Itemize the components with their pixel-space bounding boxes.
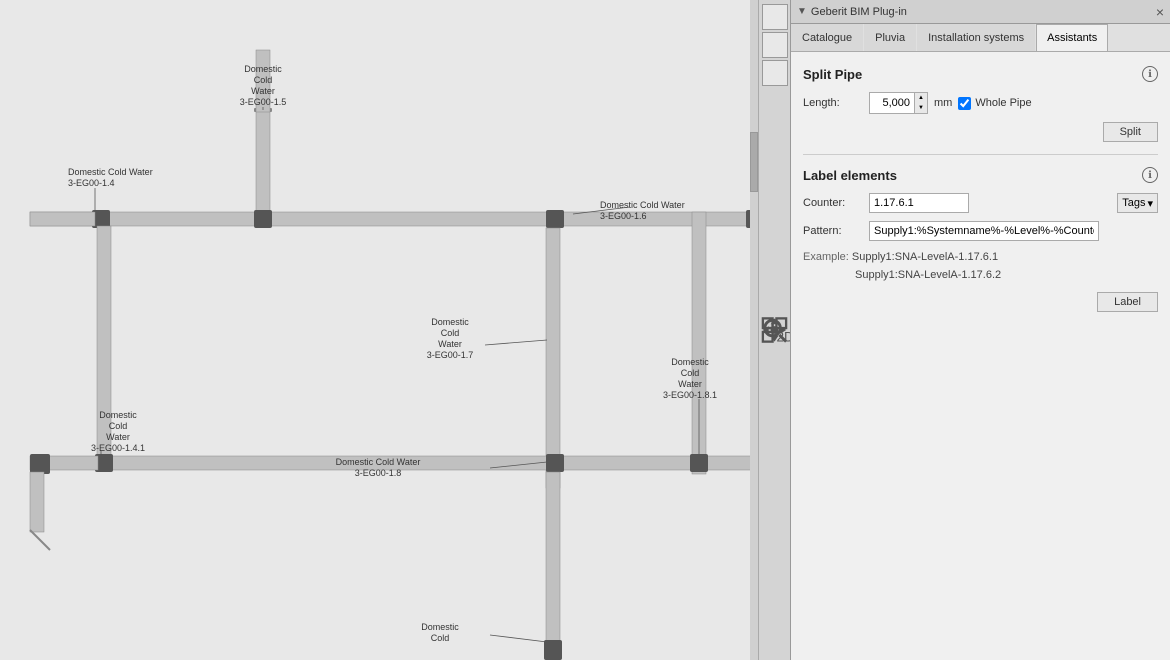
svg-text:Water: Water bbox=[106, 432, 130, 442]
counter-label: Counter: bbox=[803, 197, 863, 209]
example-label: Example: bbox=[803, 251, 849, 263]
tags-chevron: ▾ bbox=[1147, 197, 1153, 210]
label-elements-info-icon[interactable]: ℹ bbox=[1142, 167, 1158, 183]
length-spinner[interactable]: ▲ ▼ bbox=[869, 92, 928, 114]
example-line-1: Supply1:SNA-LevelA-1.17.6.1 bbox=[852, 251, 998, 263]
tab-installation-systems[interactable]: Installation systems bbox=[917, 24, 1035, 51]
tabs-bar: Catalogue Pluvia Installation systems As… bbox=[791, 24, 1170, 52]
length-decrement[interactable]: ▼ bbox=[915, 103, 927, 113]
panel-titlebar: ▼ Geberit BIM Plug-in × bbox=[791, 0, 1170, 24]
counter-input[interactable] bbox=[869, 193, 969, 213]
svg-text:3-EG00-1.8: 3-EG00-1.8 bbox=[355, 468, 402, 478]
svg-text:3-EG00-1.4: 3-EG00-1.4 bbox=[68, 178, 115, 188]
svg-text:3-EG00-1.7: 3-EG00-1.7 bbox=[427, 350, 474, 360]
counter-row: Counter: Tags ▾ bbox=[803, 193, 1158, 213]
scroll-thumb[interactable] bbox=[750, 132, 758, 192]
cad-toolbar: 2D bbox=[758, 0, 790, 660]
svg-text:Water: Water bbox=[678, 379, 702, 389]
label-elements-header: Label elements ℹ bbox=[803, 167, 1158, 183]
whole-pipe-label: Whole Pipe bbox=[975, 97, 1031, 109]
svg-text:Cold: Cold bbox=[109, 421, 128, 431]
panel-title: Geberit BIM Plug-in bbox=[811, 6, 907, 18]
svg-text:Water: Water bbox=[438, 339, 462, 349]
close-button[interactable]: × bbox=[1156, 5, 1164, 19]
tags-button-label: Tags bbox=[1122, 197, 1145, 209]
svg-text:Domestic: Domestic bbox=[671, 357, 709, 367]
pattern-row: Pattern: bbox=[803, 221, 1158, 241]
label-elements-title: Label elements bbox=[803, 168, 897, 183]
label-button[interactable]: Label bbox=[1097, 292, 1158, 312]
length-input[interactable] bbox=[870, 93, 915, 113]
tab-catalogue[interactable]: Catalogue bbox=[791, 24, 863, 51]
svg-text:Domestic Cold Water: Domestic Cold Water bbox=[68, 167, 153, 177]
split-pipe-info-icon[interactable]: ℹ bbox=[1142, 66, 1158, 82]
svg-text:Cold: Cold bbox=[254, 75, 273, 85]
svg-text:3-EG00-1.6: 3-EG00-1.6 bbox=[600, 211, 647, 221]
cad-scrollbar[interactable] bbox=[750, 0, 758, 660]
svg-text:Domestic: Domestic bbox=[244, 64, 282, 74]
pin-icon: ▼ bbox=[797, 6, 807, 17]
svg-text:3-EG00-1.8.1: 3-EG00-1.8.1 bbox=[663, 390, 717, 400]
panel-content: Split Pipe ℹ Length: ▲ ▼ mm Whole Pipe S… bbox=[791, 52, 1170, 660]
example-text: Example: Supply1:SNA-LevelA-1.17.6.1 Sup… bbox=[803, 249, 1158, 284]
svg-text:Domestic Cold Water: Domestic Cold Water bbox=[600, 200, 685, 210]
tab-assistants[interactable]: Assistants bbox=[1036, 24, 1108, 51]
right-panel: ▼ Geberit BIM Plug-in × Catalogue Pluvia… bbox=[790, 0, 1170, 660]
example-line-2: Supply1:SNA-LevelA-1.17.6.2 bbox=[855, 269, 1001, 281]
svg-text:Cold: Cold bbox=[441, 328, 460, 338]
svg-text:Domestic Cold Water: Domestic Cold Water bbox=[336, 457, 421, 467]
svg-text:Domestic: Domestic bbox=[431, 317, 469, 327]
cad-viewport[interactable]: Domestic Cold Water 3-EG00-1.5 Domestic … bbox=[0, 0, 790, 660]
pattern-label: Pattern: bbox=[803, 225, 863, 237]
length-increment[interactable]: ▲ bbox=[915, 93, 927, 103]
svg-text:Water: Water bbox=[251, 86, 275, 96]
svg-text:Cold: Cold bbox=[681, 368, 700, 378]
split-button[interactable]: Split bbox=[1103, 122, 1158, 142]
pattern-input[interactable] bbox=[869, 221, 1099, 241]
tags-button[interactable]: Tags ▾ bbox=[1117, 193, 1158, 213]
length-unit: mm bbox=[934, 97, 952, 109]
pan-button[interactable] bbox=[762, 60, 788, 86]
svg-text:Domestic: Domestic bbox=[99, 410, 137, 420]
whole-pipe-container: Whole Pipe bbox=[958, 97, 1031, 110]
length-row: Length: ▲ ▼ mm Whole Pipe bbox=[803, 92, 1158, 114]
section-divider bbox=[803, 154, 1158, 155]
svg-text:3-EG00-1.5: 3-EG00-1.5 bbox=[240, 97, 287, 107]
svg-text:Domestic: Domestic bbox=[421, 622, 459, 632]
tab-pluvia[interactable]: Pluvia bbox=[864, 24, 916, 51]
whole-pipe-checkbox[interactable] bbox=[958, 97, 971, 110]
split-pipe-header: Split Pipe ℹ bbox=[803, 66, 1158, 82]
length-label: Length: bbox=[803, 97, 863, 109]
svg-text:Cold: Cold bbox=[431, 633, 450, 643]
split-pipe-title: Split Pipe bbox=[803, 67, 862, 82]
svg-text:3-EG00-1.4.1: 3-EG00-1.4.1 bbox=[91, 443, 145, 453]
